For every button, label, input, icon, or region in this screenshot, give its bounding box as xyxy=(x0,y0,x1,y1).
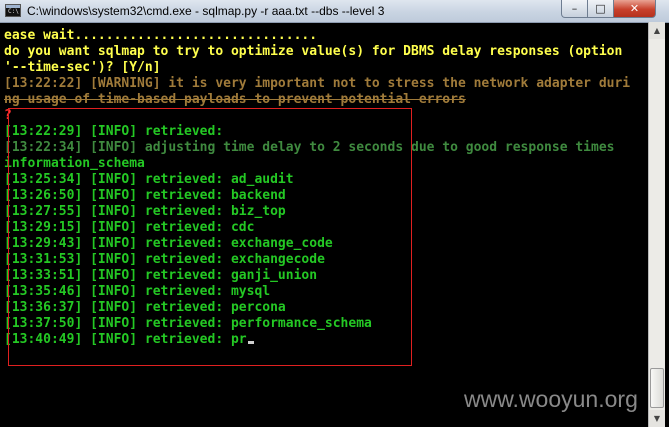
title-bar[interactable]: C:\ C:\windows\system32\cmd.exe - sqlmap… xyxy=(0,0,669,23)
scroll-up-arrow-icon[interactable]: ▲ xyxy=(649,22,665,39)
window-title: C:\windows\system32\cmd.exe - sqlmap.py … xyxy=(27,4,385,18)
watermark: www.wooyun.org xyxy=(464,386,638,412)
console-line: do you want sqlmap to try to optimize va… xyxy=(4,44,623,59)
maximize-button[interactable]: □ xyxy=(587,0,614,18)
scroll-down-arrow-icon[interactable]: ▼ xyxy=(649,410,665,427)
cmd-app-icon[interactable]: C:\ xyxy=(5,4,21,17)
cmd-window: C:\ C:\windows\system32\cmd.exe - sqlmap… xyxy=(0,0,669,427)
scroll-thumb[interactable] xyxy=(650,368,664,408)
warning-line: [13:22:22] [WARNING] it is very importan… xyxy=(4,76,631,91)
cmd-app-icon-glyph: C:\ xyxy=(8,8,19,15)
warning-line: ng usage of time-based payloads to preve… xyxy=(4,92,466,107)
console-line: '--time-sec')? [Y/n] xyxy=(4,60,161,75)
close-button[interactable]: ✕ xyxy=(613,0,656,18)
minimize-button[interactable]: – xyxy=(561,0,588,18)
highlight-annotation-box xyxy=(8,108,412,366)
console-line: ease wait............................... xyxy=(4,28,318,43)
vertical-scrollbar[interactable]: ▲ ▼ xyxy=(648,22,665,427)
